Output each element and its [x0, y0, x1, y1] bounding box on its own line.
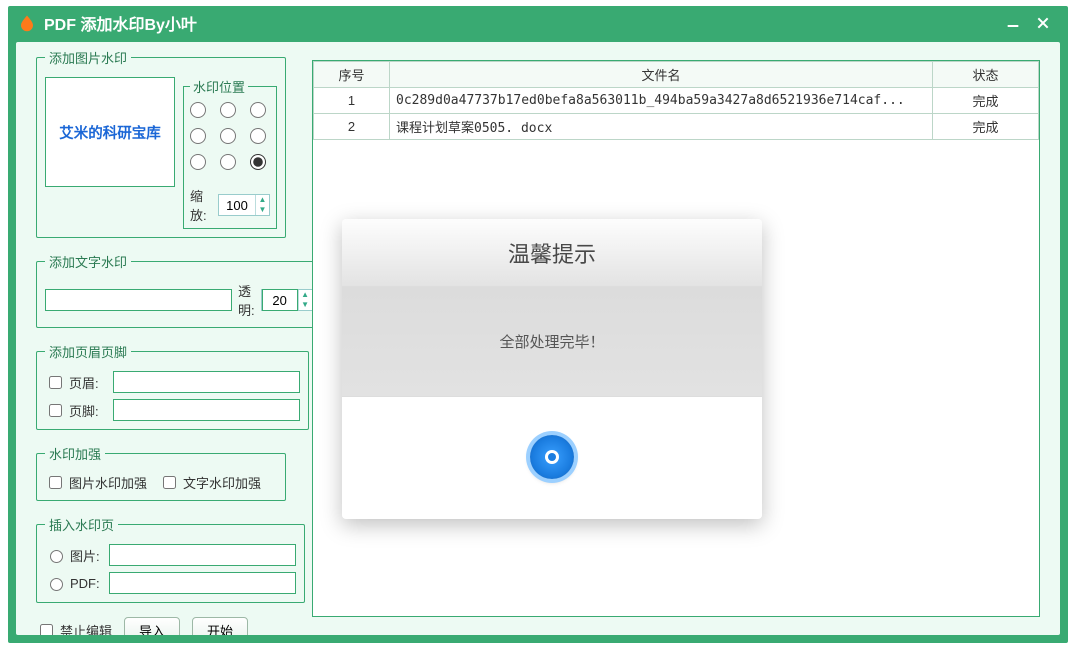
- minimize-button[interactable]: [998, 9, 1028, 37]
- header-input[interactable]: [113, 371, 300, 393]
- left-panel: 添加图片水印 艾米的科研宝库 水印位置: [36, 48, 286, 635]
- group-header-footer-legend: 添加页眉页脚: [45, 342, 131, 361]
- opacity-label: 透明:: [238, 281, 255, 319]
- img-enhance-text: 图片水印加强: [69, 473, 147, 492]
- opacity-spinner[interactable]: ▲ ▼: [261, 289, 313, 311]
- files-table: 序号 文件名 状态 1 0c289d0a47737b17ed0befa8a563…: [313, 61, 1039, 140]
- position-radio-3[interactable]: [190, 128, 206, 144]
- insert-image-radio[interactable]: [50, 550, 63, 563]
- insert-pdf-label[interactable]: PDF:: [45, 575, 103, 591]
- lock-edit-text: 禁止编辑: [60, 621, 112, 635]
- group-text-watermark: 添加文字水印 透明: ▲ ▼: [36, 252, 322, 328]
- table-header-row: 序号 文件名 状态: [314, 62, 1039, 88]
- position-radio-8[interactable]: [250, 154, 266, 170]
- cell-status: 完成: [933, 114, 1039, 140]
- position-radio-7[interactable]: [220, 154, 236, 170]
- cell-name: 课程计划草案0505. docx: [390, 114, 933, 140]
- app-icon: [18, 14, 36, 32]
- group-image-watermark-legend: 添加图片水印: [45, 48, 131, 67]
- lock-edit-label[interactable]: 禁止编辑: [36, 621, 112, 635]
- header-label-text: 页眉:: [69, 373, 99, 392]
- client-area: 添加图片水印 艾米的科研宝库 水印位置: [16, 42, 1060, 635]
- app-window: PDF 添加水印By小叶 添加图片水印 艾米的科研宝库 水印位置: [8, 6, 1068, 643]
- col-name-header: 文件名: [390, 62, 933, 88]
- group-header-footer: 添加页眉页脚 页眉: 页脚:: [36, 342, 309, 430]
- opacity-input[interactable]: [262, 289, 298, 311]
- cell-index: 1: [314, 88, 390, 114]
- insert-pdf-input[interactable]: [109, 572, 296, 594]
- col-status-header: 状态: [933, 62, 1039, 88]
- position-radio-1[interactable]: [220, 102, 236, 118]
- app-title: PDF 添加水印By小叶: [44, 11, 197, 35]
- footer-label-text: 页脚:: [69, 401, 99, 420]
- group-image-watermark: 添加图片水印 艾米的科研宝库 水印位置: [36, 48, 286, 238]
- text-enhance-checkbox[interactable]: [163, 476, 176, 489]
- close-button[interactable]: [1028, 9, 1058, 37]
- group-position-legend: 水印位置: [190, 77, 248, 96]
- position-radio-6[interactable]: [190, 154, 206, 170]
- group-text-watermark-legend: 添加文字水印: [45, 252, 131, 271]
- import-button[interactable]: 导入: [124, 617, 180, 635]
- insert-image-label[interactable]: 图片:: [45, 546, 103, 565]
- dialog-title: 温馨提示: [342, 219, 762, 287]
- bottom-actions: 禁止编辑 导入 开始: [36, 617, 286, 635]
- cell-name: 0c289d0a47737b17ed0befa8a563011b_494ba59…: [390, 88, 933, 114]
- footer-checkbox-label[interactable]: 页脚:: [45, 401, 107, 420]
- img-enhance-label[interactable]: 图片水印加强: [45, 473, 147, 492]
- group-insert-page: 插入水印页 图片: PDF:: [36, 515, 305, 603]
- img-enhance-checkbox[interactable]: [49, 476, 62, 489]
- insert-pdf-radio[interactable]: [50, 578, 63, 591]
- position-grid: [190, 100, 270, 178]
- position-radio-0[interactable]: [190, 102, 206, 118]
- titlebar: PDF 添加水印By小叶: [8, 6, 1068, 40]
- table-row[interactable]: 1 0c289d0a47737b17ed0befa8a563011b_494ba…: [314, 88, 1039, 114]
- opacity-up-icon[interactable]: ▲: [299, 290, 312, 300]
- text-enhance-text: 文字水印加强: [183, 473, 261, 492]
- text-watermark-input[interactable]: [45, 289, 232, 311]
- opacity-down-icon[interactable]: ▼: [299, 300, 312, 310]
- group-enhance-legend: 水印加强: [45, 444, 105, 463]
- zoom-down-icon[interactable]: ▼: [256, 205, 269, 215]
- insert-image-text: 图片:: [70, 546, 100, 565]
- zoom-spinner[interactable]: ▲ ▼: [218, 194, 270, 216]
- col-index-header: 序号: [314, 62, 390, 88]
- start-button[interactable]: 开始: [192, 617, 248, 635]
- cell-status: 完成: [933, 88, 1039, 114]
- watermark-preview[interactable]: 艾米的科研宝库: [45, 77, 175, 187]
- cell-index: 2: [314, 114, 390, 140]
- insert-image-input[interactable]: [109, 544, 296, 566]
- position-radio-2[interactable]: [250, 102, 266, 118]
- position-radio-5[interactable]: [250, 128, 266, 144]
- zoom-up-icon[interactable]: ▲: [256, 195, 269, 205]
- table-row[interactable]: 2 课程计划草案0505. docx 完成: [314, 114, 1039, 140]
- zoom-label: 缩放:: [190, 186, 214, 224]
- group-insert-page-legend: 插入水印页: [45, 515, 118, 534]
- text-enhance-label[interactable]: 文字水印加强: [159, 473, 261, 492]
- header-checkbox-label[interactable]: 页眉:: [45, 373, 107, 392]
- message-dialog: 温馨提示 全部处理完毕！: [342, 219, 762, 519]
- insert-pdf-text: PDF:: [70, 576, 100, 591]
- lock-edit-checkbox[interactable]: [40, 624, 53, 635]
- header-checkbox[interactable]: [49, 376, 62, 389]
- dialog-footer: [342, 397, 762, 517]
- zoom-input[interactable]: [219, 195, 255, 215]
- footer-checkbox[interactable]: [49, 404, 62, 417]
- group-position: 水印位置 缩放:: [183, 77, 277, 229]
- position-radio-4[interactable]: [220, 128, 236, 144]
- group-enhance: 水印加强 图片水印加强 文字水印加强: [36, 444, 286, 501]
- dialog-ok-button[interactable]: [530, 435, 574, 479]
- dialog-message: 全部处理完毕！: [342, 287, 762, 397]
- footer-input[interactable]: [113, 399, 300, 421]
